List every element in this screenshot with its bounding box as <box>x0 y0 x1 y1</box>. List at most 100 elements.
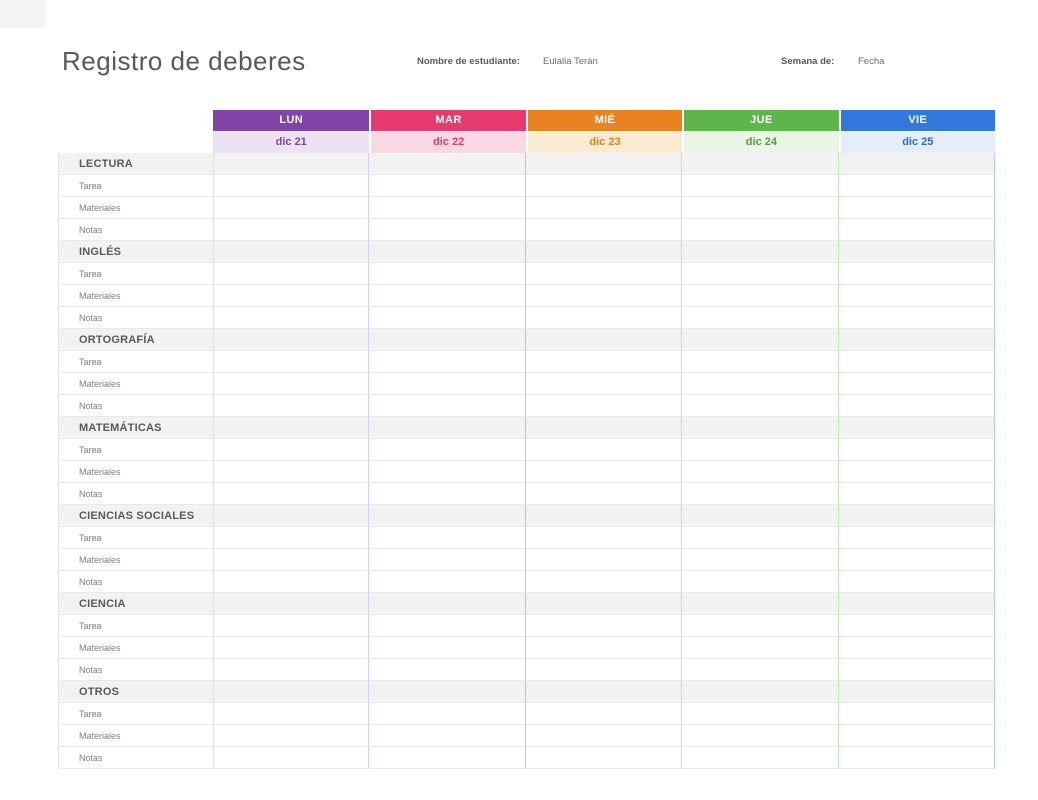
data-cell[interactable] <box>838 153 995 175</box>
data-cell[interactable] <box>369 351 526 373</box>
date-cell-mar[interactable]: dic 22 <box>369 132 526 153</box>
data-cell[interactable] <box>369 219 526 241</box>
data-cell[interactable] <box>369 659 526 681</box>
data-cell[interactable] <box>838 659 995 681</box>
data-cell[interactable] <box>213 351 370 373</box>
data-cell[interactable] <box>838 615 995 637</box>
data-cell[interactable] <box>213 395 370 417</box>
data-cell[interactable] <box>525 395 683 417</box>
data-cell[interactable] <box>213 219 370 241</box>
data-cell[interactable] <box>525 175 683 197</box>
data-cell[interactable] <box>525 307 683 329</box>
data-cell[interactable] <box>213 593 370 615</box>
data-cell[interactable] <box>369 637 526 659</box>
data-cell[interactable] <box>525 637 683 659</box>
data-cell[interactable] <box>682 219 839 241</box>
data-cell[interactable] <box>525 263 683 285</box>
data-cell[interactable] <box>682 351 839 373</box>
data-cell[interactable] <box>682 593 839 615</box>
data-cell[interactable] <box>525 659 683 681</box>
data-cell[interactable] <box>682 725 839 747</box>
data-cell[interactable] <box>525 703 683 725</box>
data-cell[interactable] <box>838 637 995 659</box>
data-cell[interactable] <box>525 593 683 615</box>
data-cell[interactable] <box>213 505 370 527</box>
data-cell[interactable] <box>369 681 526 703</box>
data-cell[interactable] <box>525 197 683 219</box>
data-cell[interactable] <box>682 703 839 725</box>
data-cell[interactable] <box>682 241 839 263</box>
data-cell[interactable] <box>369 329 526 351</box>
data-cell[interactable] <box>213 615 370 637</box>
data-cell[interactable] <box>682 483 839 505</box>
data-cell[interactable] <box>369 263 526 285</box>
data-cell[interactable] <box>682 153 839 175</box>
data-cell[interactable] <box>838 725 995 747</box>
data-cell[interactable] <box>369 153 526 175</box>
data-cell[interactable] <box>213 197 370 219</box>
data-cell[interactable] <box>525 571 683 593</box>
data-cell[interactable] <box>525 747 683 769</box>
data-cell[interactable] <box>838 307 995 329</box>
data-cell[interactable] <box>682 263 839 285</box>
data-cell[interactable] <box>838 461 995 483</box>
data-cell[interactable] <box>838 329 995 351</box>
data-cell[interactable] <box>838 549 995 571</box>
data-cell[interactable] <box>682 615 839 637</box>
data-cell[interactable] <box>682 637 839 659</box>
data-cell[interactable] <box>838 593 995 615</box>
data-cell[interactable] <box>525 285 683 307</box>
data-cell[interactable] <box>369 747 526 769</box>
data-cell[interactable] <box>682 197 839 219</box>
data-cell[interactable] <box>525 725 683 747</box>
data-cell[interactable] <box>838 351 995 373</box>
data-cell[interactable] <box>682 175 839 197</box>
data-cell[interactable] <box>213 329 370 351</box>
data-cell[interactable] <box>369 527 526 549</box>
data-cell[interactable] <box>682 461 839 483</box>
data-cell[interactable] <box>838 747 995 769</box>
data-cell[interactable] <box>682 307 839 329</box>
date-cell-vie[interactable]: dic 25 <box>838 132 995 153</box>
data-cell[interactable] <box>838 505 995 527</box>
data-cell[interactable] <box>369 571 526 593</box>
data-cell[interactable] <box>369 439 526 461</box>
data-cell[interactable] <box>369 417 526 439</box>
data-cell[interactable] <box>525 505 683 527</box>
data-cell[interactable] <box>838 263 995 285</box>
student-name-value[interactable]: Eulalia Terán <box>543 56 598 67</box>
data-cell[interactable] <box>525 219 683 241</box>
data-cell[interactable] <box>369 461 526 483</box>
data-cell[interactable] <box>838 175 995 197</box>
data-cell[interactable] <box>369 197 526 219</box>
data-cell[interactable] <box>213 637 370 659</box>
data-cell[interactable] <box>682 285 839 307</box>
data-cell[interactable] <box>213 285 370 307</box>
data-cell[interactable] <box>525 549 683 571</box>
data-cell[interactable] <box>682 681 839 703</box>
data-cell[interactable] <box>525 483 683 505</box>
data-cell[interactable] <box>682 505 839 527</box>
data-cell[interactable] <box>682 395 839 417</box>
data-cell[interactable] <box>213 439 370 461</box>
data-cell[interactable] <box>213 703 370 725</box>
data-cell[interactable] <box>838 527 995 549</box>
data-cell[interactable] <box>682 527 839 549</box>
data-cell[interactable] <box>838 703 995 725</box>
data-cell[interactable] <box>525 417 683 439</box>
week-value[interactable]: Fecha <box>858 56 884 67</box>
data-cell[interactable] <box>838 571 995 593</box>
data-cell[interactable] <box>369 703 526 725</box>
data-cell[interactable] <box>213 659 370 681</box>
data-cell[interactable] <box>213 461 370 483</box>
data-cell[interactable] <box>525 351 683 373</box>
data-cell[interactable] <box>213 681 370 703</box>
data-cell[interactable] <box>682 659 839 681</box>
data-cell[interactable] <box>369 505 526 527</box>
data-cell[interactable] <box>682 571 839 593</box>
data-cell[interactable] <box>838 395 995 417</box>
data-cell[interactable] <box>369 285 526 307</box>
data-cell[interactable] <box>213 725 370 747</box>
data-cell[interactable] <box>369 615 526 637</box>
data-cell[interactable] <box>213 747 370 769</box>
